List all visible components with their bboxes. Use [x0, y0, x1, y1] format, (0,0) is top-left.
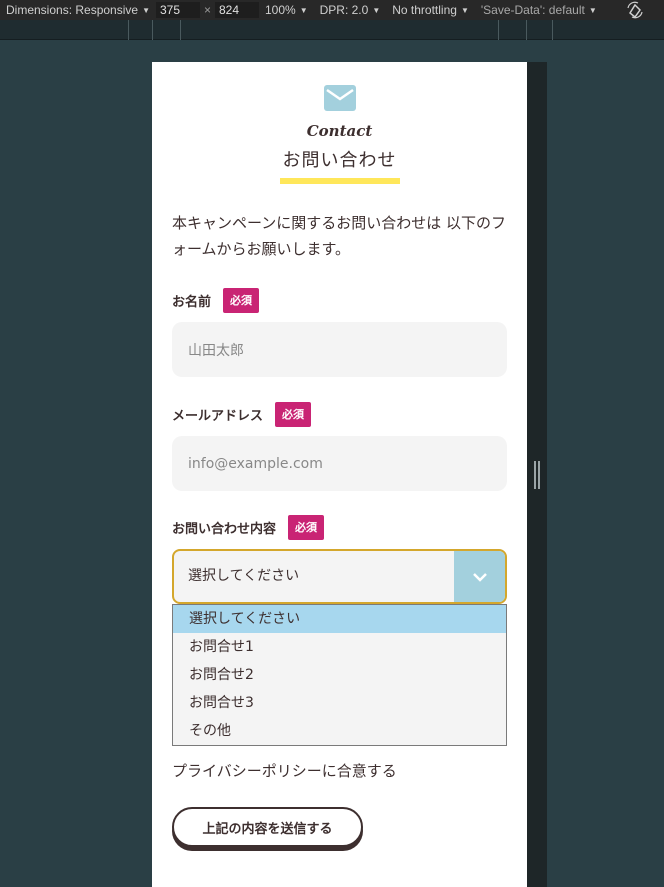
times-sign: × — [203, 3, 211, 17]
email-label-row: メールアドレス 必須 — [172, 402, 312, 427]
caret-down-icon: ▼ — [460, 5, 469, 15]
throttling-label: No throttling — [392, 3, 457, 17]
submit-button[interactable]: 上記の内容を送信する — [172, 807, 363, 847]
select-arrow-button[interactable] — [454, 551, 505, 602]
page-viewport: Contact お問い合わせ 本キャンペーンに関するお問い合わせは 以下のフォー… — [152, 62, 527, 887]
email-label: メールアドレス — [172, 409, 264, 424]
name-label-row: お名前 必須 — [172, 288, 260, 313]
dimensions-label: Dimensions: Responsive — [6, 3, 139, 17]
mail-icon — [323, 85, 356, 111]
name-label: お名前 — [172, 295, 212, 310]
dimensions-dropdown[interactable]: Dimensions: Responsive ▼ — [0, 0, 156, 20]
media-query-ruler — [0, 20, 664, 40]
ruler-tick — [152, 20, 153, 40]
required-badge: 必須 — [223, 288, 260, 313]
dropdown-option[interactable]: お問合せ2 — [173, 661, 506, 689]
throttling-dropdown[interactable]: No throttling ▼ — [386, 0, 475, 20]
dpr-label: DPR: 2.0 — [319, 3, 369, 17]
inquiry-label-row: お問い合わせ内容 必須 — [172, 515, 325, 540]
dropdown-option[interactable]: 選択してください — [173, 605, 506, 633]
required-badge: 必須 — [288, 515, 325, 540]
name-placeholder: 山田太郎 — [188, 342, 244, 359]
contact-title-en: Contact — [306, 122, 373, 140]
resize-handle[interactable] — [534, 461, 540, 489]
height-input[interactable]: 824 — [215, 2, 259, 18]
caret-down-icon: ▼ — [588, 5, 597, 15]
inquiry-select[interactable]: 選択してください — [172, 549, 507, 604]
save-data-label: 'Save-Data': default — [480, 3, 585, 17]
inquiry-label: お問い合わせ内容 — [172, 522, 277, 537]
select-value: 選択してください — [188, 568, 300, 584]
zoom-label: 100% — [265, 3, 296, 17]
name-input[interactable]: 山田太郎 — [172, 322, 507, 377]
chevron-down-icon — [472, 572, 487, 582]
dropdown-option[interactable]: お問合せ1 — [173, 633, 506, 661]
devtools-toolbar: Dimensions: Responsive ▼ 375 × 824 100% … — [0, 0, 664, 20]
ruler-tick — [180, 20, 181, 40]
privacy-consent-label[interactable]: プライバシーポリシーに合意する — [172, 760, 397, 781]
width-input[interactable]: 375 — [155, 2, 200, 18]
email-placeholder: info@example.com — [188, 455, 323, 472]
rotate-icon[interactable] — [626, 1, 644, 19]
inquiry-dropdown-list: 選択してください お問合せ1 お問合せ2 お問合せ3 その他 — [172, 604, 507, 746]
zoom-dropdown[interactable]: 100% ▼ — [259, 0, 314, 20]
ruler-tick — [128, 20, 129, 40]
title-underline — [279, 178, 400, 184]
dpr-dropdown[interactable]: DPR: 2.0 ▼ — [314, 0, 387, 20]
caret-down-icon: ▼ — [299, 5, 308, 15]
email-input[interactable]: info@example.com — [172, 436, 507, 491]
page-title: お問い合わせ — [282, 150, 397, 171]
ruler-tick — [498, 20, 499, 40]
dropdown-option[interactable]: お問合せ3 — [173, 689, 506, 717]
contact-header: Contact お問い合わせ — [152, 84, 527, 184]
required-badge: 必須 — [275, 402, 312, 427]
save-data-dropdown[interactable]: 'Save-Data': default ▼ — [475, 0, 603, 20]
caret-down-icon: ▼ — [142, 5, 150, 15]
ruler-tick — [526, 20, 527, 40]
caret-down-icon: ▼ — [372, 5, 381, 15]
ruler-tick — [552, 20, 553, 40]
dropdown-option[interactable]: その他 — [173, 717, 506, 745]
intro-text: 本キャンペーンに関するお問い合わせは 以下のフォームからお願いします。 — [172, 214, 507, 258]
